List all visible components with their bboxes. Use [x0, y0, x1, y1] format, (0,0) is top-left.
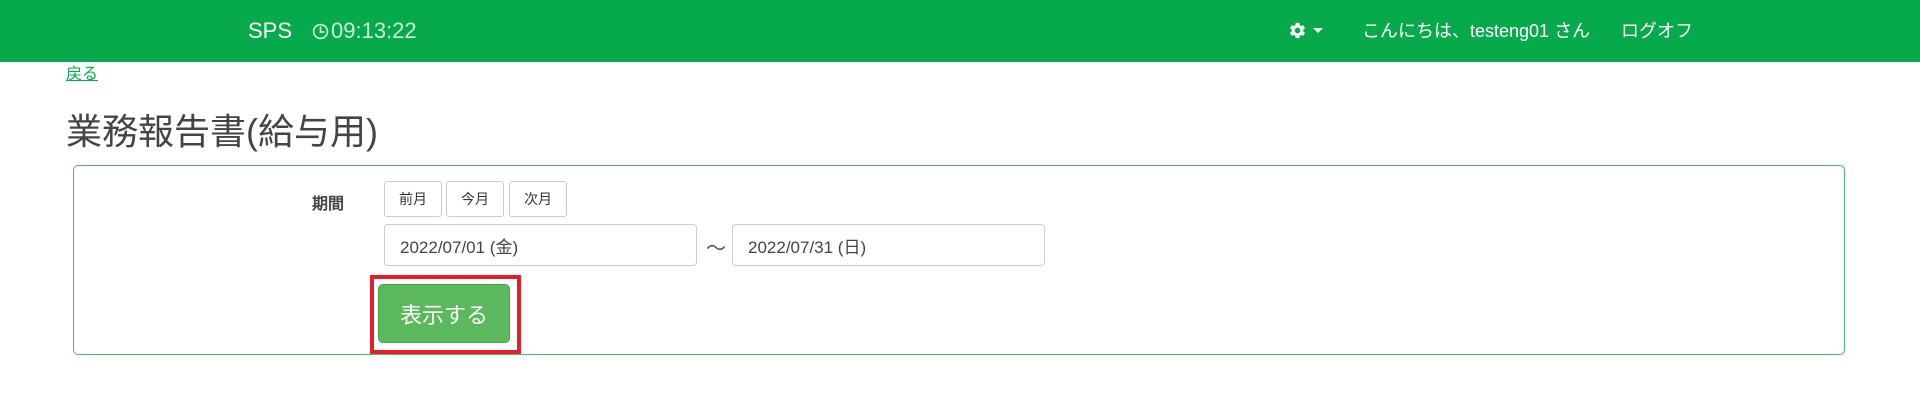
top-navbar: SPS 09:13:22 こんにちは、testeng01 さん ログオフ [0, 0, 1920, 62]
prev-month-button[interactable]: 前月 [384, 181, 442, 217]
user-greeting[interactable]: こんにちは、testeng01 さん [1362, 19, 1590, 43]
clock-icon [312, 23, 329, 39]
gear-icon [1290, 22, 1305, 38]
back-link[interactable]: 戻る [66, 64, 98, 86]
start-date-input[interactable]: 2022/07/01 (金) [384, 224, 697, 266]
date-range-separator: ～ [706, 238, 726, 260]
brand-link[interactable]: SPS [248, 18, 292, 44]
caret-down-icon [1313, 27, 1323, 33]
page-title: 業務報告書(給与用) [66, 111, 378, 152]
next-month-button[interactable]: 次月 [509, 181, 567, 217]
clock-display: 09:13:22 [312, 18, 417, 44]
end-date-input[interactable]: 2022/07/31 (日) [732, 224, 1045, 266]
period-label: 期間 [312, 196, 345, 213]
clock-time: 09:13:22 [331, 18, 417, 43]
display-button[interactable]: 表示する [378, 284, 510, 343]
this-month-button[interactable]: 今月 [446, 181, 504, 217]
settings-menu-toggle[interactable] [1288, 18, 1323, 42]
logoff-link[interactable]: ログオフ [1621, 19, 1693, 43]
